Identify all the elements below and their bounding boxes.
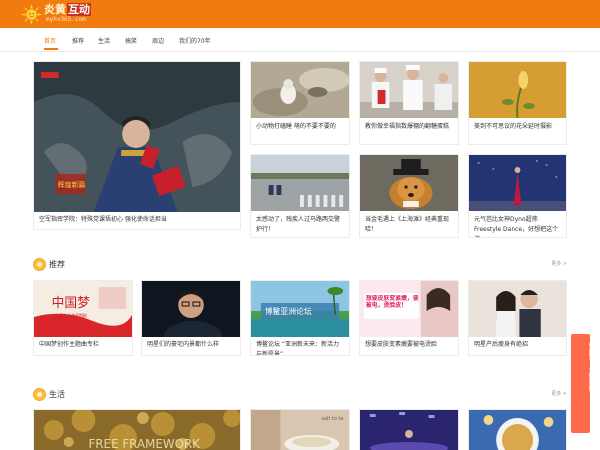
nav-item-home[interactable]: 首页: [44, 36, 56, 45]
featured-card-5-caption: 太感动了，残疾人过马路两交警护行！: [256, 216, 341, 233]
section-icon: [33, 388, 46, 401]
logo-name: 炎黄 互动: [44, 3, 91, 16]
life-card-2[interactable]: salt to ta: [250, 409, 350, 450]
golden-retriever-hat-image: [360, 155, 458, 211]
nav-active-indicator: [44, 48, 58, 50]
main-nav: 首页 推荐 生活 搞笑 周边 我们的70年: [0, 28, 600, 52]
thumb-overlay-text: FREE FRAMEWORK: [88, 437, 201, 450]
life-card-4-thumbnail: [469, 410, 566, 450]
china-dream-side-tab[interactable]: 中国梦·主题展播: [571, 334, 594, 433]
recommend-card-3[interactable]: 博鳌亚洲论坛 博鳌论坛 “亚洲新未来：新活力与新愿景”: [250, 280, 350, 356]
featured-card-4-thumbnail: [469, 62, 566, 118]
section-icon: [33, 258, 46, 271]
recommend-card-5[interactable]: 明星产后瘦身有绝招: [468, 280, 567, 356]
tv-studio-image: [360, 410, 458, 450]
featured-card-3-thumbnail: [360, 62, 458, 118]
top-bar: 炎黄 互动 myhv365.com: [0, 0, 600, 28]
featured-card-4[interactable]: 美到不可思议的花朵延时摄影: [468, 61, 567, 145]
recommend-card-2-thumbnail: [142, 281, 240, 337]
thumb-overlay-text: 辉煌新篇: [58, 180, 86, 189]
recommend-card-2-caption: 明星们的豪宅内景都什么样: [147, 341, 220, 348]
nav-item-recommend[interactable]: 推荐: [72, 36, 84, 45]
thumb-title: 想要皮肤变紧嫩，要被电，烫脸皮！: [365, 295, 419, 309]
featured-card-6-thumbnail: [360, 155, 458, 211]
dancer-stage-image: [469, 155, 566, 211]
featured-main-card[interactable]: 辉煌新篇 空军指挥学院：特殊党课悟初心 强化使命话担当: [33, 61, 241, 230]
recommend-card-5-caption: 明星产后瘦身有绝招: [474, 341, 529, 348]
side-tab-label: 中国梦·主题展播: [587, 342, 594, 391]
featured-card-7-caption: 元气芭比女神Dyno超帅Freestyle Dance，好想把这个洋: [474, 216, 559, 237]
nav-item-funny[interactable]: 搞笑: [125, 36, 137, 45]
life-card-2-thumbnail: salt to ta: [251, 410, 349, 450]
life-card-3-thumbnail: [360, 410, 458, 450]
nav-divider: [0, 51, 600, 52]
more-link-life[interactable]: 更多 >: [551, 390, 567, 397]
logo-url: myhv365.com: [46, 16, 86, 23]
featured-card-4-caption: 美到不可思议的花朵延时摄影: [474, 123, 553, 130]
life-card-3[interactable]: [359, 409, 459, 450]
flower-timelapse-image: [469, 62, 566, 118]
site-logo[interactable]: 炎黄 互动 myhv365.com: [21, 3, 91, 25]
featured-card-2[interactable]: 小动物打磕睡 萌的不要不要的: [250, 61, 350, 145]
recommend-card-1-thumbnail: 中国梦 主题曲创作星期剧: [34, 281, 132, 337]
nav-item-nearby[interactable]: 周边: [152, 36, 164, 45]
featured-main-thumbnail: 辉煌新篇: [34, 62, 240, 212]
recommend-card-4-thumbnail: 想要皮肤变紧嫩，要被电，烫脸皮！: [360, 281, 458, 337]
recommend-card-2[interactable]: 明星们的豪宅内景都什么样: [141, 280, 241, 356]
featured-card-2-caption: 小动物打磕睡 萌的不要不要的: [256, 123, 336, 130]
life-card-1-thumbnail: FREE FRAMEWORK: [34, 410, 240, 450]
featured-card-5[interactable]: 太感动了，残疾人过马路两交警护行！: [250, 154, 350, 238]
street-crossing-image: [251, 155, 349, 211]
featured-card-6[interactable]: 当金毛遇上《上海滩》经典重现哈！: [359, 154, 459, 238]
section-title-recommend: 推荐: [49, 260, 65, 269]
recommend-card-3-thumbnail: 博鳌亚洲论坛: [251, 281, 349, 337]
celebrity-couple-image: [469, 281, 566, 337]
life-card-4[interactable]: [468, 409, 567, 450]
nav-item-life[interactable]: 生活: [98, 36, 110, 45]
sleepy-animal-image: [251, 62, 349, 118]
section-title-life: 生活: [49, 390, 65, 399]
section-header-life: 生活 更多 >: [33, 388, 567, 402]
nav-item-our-70-years[interactable]: 我们的70年: [179, 36, 211, 45]
china-dream-banner-image: 中国梦 主题曲创作星期剧: [34, 281, 132, 337]
featured-main-caption: 空军指挥学院：特殊党课悟初心 强化使命话担当: [39, 216, 167, 223]
thumb-title: 博鳌亚洲论坛: [265, 306, 312, 316]
dessert-plate-image: [469, 410, 566, 450]
recommend-card-1-caption: 中国梦创作主题曲专栏: [39, 341, 100, 348]
thumb-title: 中国梦: [52, 296, 90, 311]
featured-card-7[interactable]: 元气芭比女神Dyno超帅Freestyle Dance，好想把这个洋: [468, 154, 567, 238]
skin-care-ad-image: 想要皮肤变紧嫩，要被电，烫脸皮！: [360, 281, 458, 337]
recommend-card-3-caption: 博鳌论坛 “亚洲新未来：新活力与新愿景”: [256, 341, 340, 356]
featured-card-3-caption: 教你做幸福指数爆棚的翻糖蛋糕: [365, 123, 450, 130]
recommend-card-4[interactable]: 想要皮肤变紧嫩，要被电，烫脸皮！ 想要皮肤变素嫩要被电烫脸: [359, 280, 459, 356]
cooking-bowl-image: salt to ta: [251, 410, 349, 450]
life-card-1[interactable]: FREE FRAMEWORK: [33, 409, 241, 450]
featured-card-2-thumbnail: [251, 62, 349, 118]
featured-card-7-thumbnail: [469, 155, 566, 211]
section-header-recommend: 推荐 更多 >: [33, 258, 567, 272]
host-portrait-image: [142, 281, 240, 337]
recommend-card-1[interactable]: 中国梦 主题曲创作星期剧 中国梦创作主题曲专栏: [33, 280, 133, 356]
boao-forum-image: 博鳌亚洲论坛: [251, 281, 349, 337]
more-link-recommend[interactable]: 更多 >: [551, 260, 567, 267]
thumb-subtitle: 主题曲创作星期剧: [56, 313, 87, 318]
recommend-card-4-caption: 想要皮肤变素嫩要被电烫脸: [365, 341, 438, 348]
featured-card-6-caption: 当金毛遇上《上海滩》经典重现哈！: [365, 216, 450, 233]
durian-image: FREE FRAMEWORK: [34, 410, 240, 450]
sun-logo-icon: [21, 3, 42, 25]
thumb-overlay-text: salt to ta: [322, 416, 344, 422]
featured-card-3[interactable]: 教你做幸福指数爆棚的翻糖蛋糕: [359, 61, 459, 145]
featured-card-5-thumbnail: [251, 155, 349, 211]
stage-singer-image: 辉煌新篇: [34, 62, 240, 212]
chefs-cake-image: [360, 62, 458, 118]
recommend-card-5-thumbnail: [469, 281, 566, 337]
